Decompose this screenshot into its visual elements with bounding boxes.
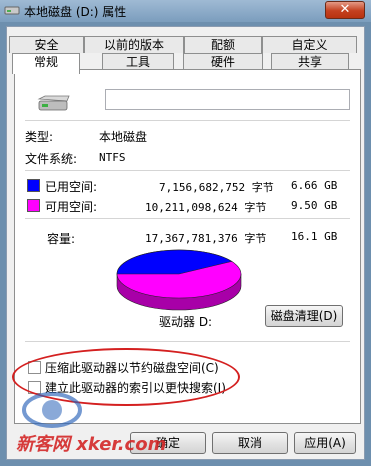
volume-name-input[interactable]	[105, 89, 350, 110]
free-space-size: 9.50 GB	[291, 199, 338, 212]
filesystem-label: 文件系统:	[25, 152, 78, 166]
apply-button[interactable]: 应用(A)	[294, 432, 356, 454]
properties-window: 本地磁盘 (D:) 属性 ✕ 安全 以前的版本 配额 自定义 常规 工具 硬件 …	[0, 0, 371, 466]
watermark-text: 新客网 xker.com	[16, 434, 167, 455]
used-space-swatch	[27, 179, 40, 192]
cancel-button[interactable]: 取消	[212, 432, 288, 454]
type-label: 类型:	[25, 130, 54, 144]
close-button[interactable]: ✕	[325, 1, 365, 19]
type-value: 本地磁盘	[99, 130, 148, 144]
used-space-size: 6.66 GB	[291, 179, 338, 192]
disk-cleanup-button[interactable]: 磁盘清理(D)	[265, 305, 343, 327]
tab-hardware[interactable]: 硬件	[183, 53, 263, 70]
tab-security[interactable]: 安全	[9, 36, 84, 53]
tab-quota[interactable]: 配额	[184, 36, 262, 53]
used-space-label: 已用空间:	[45, 180, 98, 194]
free-space-bytes: 10,211,098,624 字节	[145, 201, 267, 214]
separator	[25, 120, 350, 121]
drive-label: 驱动器 D:	[159, 315, 213, 329]
tab-previous-versions[interactable]: 以前的版本	[84, 36, 184, 53]
tab-customize[interactable]: 自定义	[262, 36, 357, 53]
capacity-size: 16.1 GB	[291, 230, 338, 243]
tab-tools[interactable]: 工具	[102, 53, 174, 70]
tab-sharing[interactable]: 共享	[271, 53, 349, 70]
capacity-label: 容量:	[47, 232, 76, 246]
hard-disk-icon	[37, 95, 70, 111]
drive-icon	[4, 6, 20, 15]
tab-general[interactable]: 常规	[12, 53, 80, 74]
disk-usage-pie	[116, 249, 242, 311]
filesystem-value: NTFS	[99, 151, 126, 164]
free-space-swatch	[27, 199, 40, 212]
separator	[25, 170, 350, 171]
capacity-bytes: 17,367,781,376 字节	[145, 232, 267, 245]
title-bar[interactable]: 本地磁盘 (D:) 属性 ✕	[0, 0, 371, 22]
window-title: 本地磁盘 (D:) 属性	[24, 5, 127, 19]
used-space-bytes: 7,156,682,752 字节	[159, 181, 274, 194]
separator	[25, 218, 350, 219]
close-icon: ✕	[339, 2, 351, 17]
separator	[25, 341, 350, 342]
free-space-label: 可用空间:	[45, 200, 98, 214]
